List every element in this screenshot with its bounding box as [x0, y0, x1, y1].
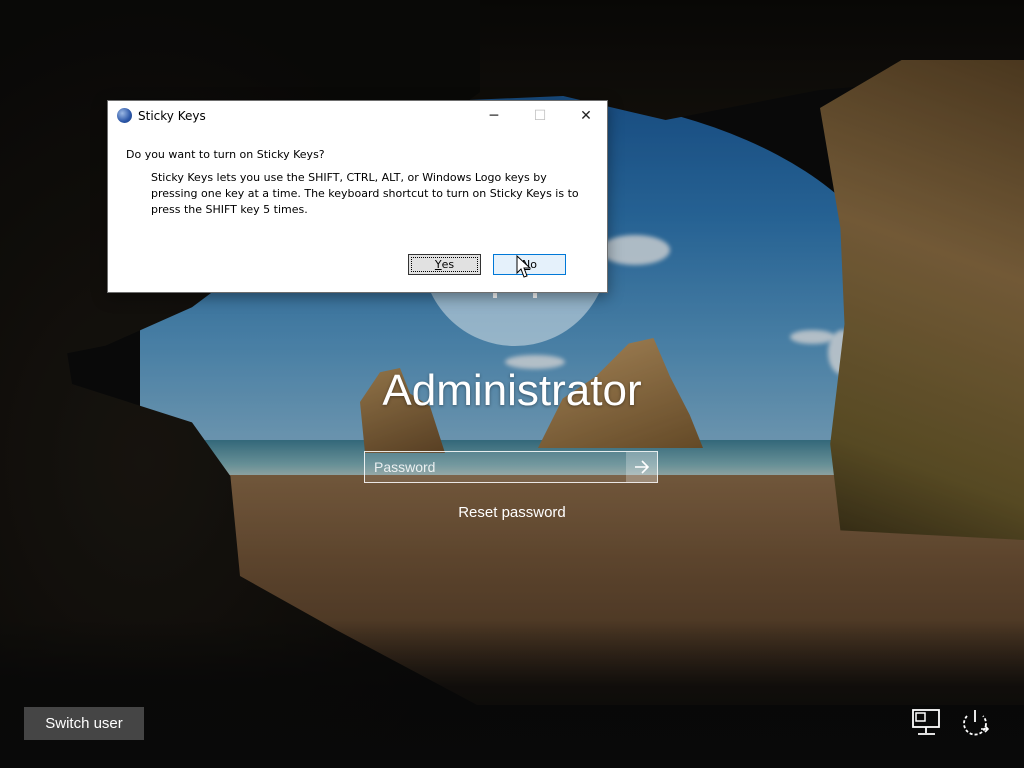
- switch-user-button[interactable]: Switch user: [24, 707, 144, 740]
- yes-button[interactable]: Yes: [408, 254, 481, 275]
- password-input[interactable]: [365, 452, 627, 482]
- power-icon: [963, 710, 990, 736]
- dialog-title: Sticky Keys: [138, 109, 206, 123]
- dialog-titlebar[interactable]: Sticky Keys ─ ☐ ✕: [108, 101, 607, 131]
- mouse-cursor-icon: [516, 255, 532, 278]
- maximize-icon: ☐: [533, 108, 547, 124]
- minimize-button[interactable]: ─: [471, 101, 517, 131]
- yes-label: es: [441, 258, 455, 271]
- power-button[interactable]: [958, 707, 992, 741]
- arrow-right-icon: [634, 460, 649, 474]
- accessibility-icon: [117, 108, 132, 123]
- network-icon: [912, 709, 940, 735]
- close-button[interactable]: ✕: [563, 101, 609, 131]
- dialog-question: Do you want to turn on Sticky Keys?: [126, 148, 325, 161]
- close-icon: ✕: [580, 108, 592, 124]
- submit-button[interactable]: [626, 452, 657, 482]
- network-button[interactable]: [911, 707, 945, 741]
- dialog-description: Sticky Keys lets you use the SHIFT, CTRL…: [151, 171, 579, 216]
- minimize-icon: ─: [489, 108, 499, 124]
- username-label: Administrator: [382, 366, 642, 415]
- yes-mnemonic: Y: [434, 258, 442, 271]
- password-field-container: [364, 451, 658, 483]
- reset-password-link[interactable]: Reset password: [0, 504, 1024, 521]
- maximize-button[interactable]: ☐: [517, 101, 563, 131]
- sticky-keys-dialog: Sticky Keys ─ ☐ ✕ Do you want to turn on…: [107, 100, 608, 293]
